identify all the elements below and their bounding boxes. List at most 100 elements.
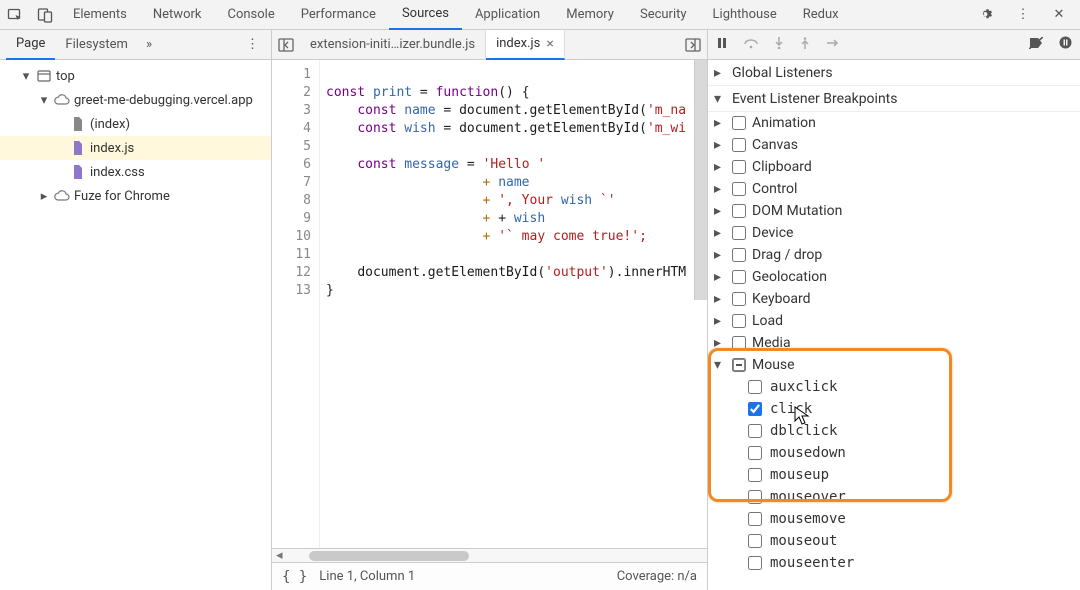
category-dom-mutation[interactable]: ▸DOM Mutation (708, 200, 1080, 222)
nav-kebab-icon[interactable]: ⋮ (240, 37, 265, 52)
show-navigator-icon[interactable] (272, 38, 300, 52)
caret-right-icon: ▸ (38, 189, 50, 204)
category-label: Geolocation (752, 269, 827, 285)
category-animation[interactable]: ▸Animation (708, 112, 1080, 134)
css-file-icon (70, 164, 86, 180)
category-checkbox[interactable] (732, 182, 746, 196)
event-click[interactable]: click (748, 398, 1080, 420)
event-checkbox[interactable] (748, 534, 762, 548)
category-canvas[interactable]: ▸Canvas (708, 134, 1080, 156)
caret-right-icon: ▸ (714, 137, 726, 153)
tab-page[interactable]: Page (6, 30, 55, 60)
category-geolocation[interactable]: ▸Geolocation (708, 266, 1080, 288)
event-checkbox[interactable] (748, 490, 762, 504)
event-checkbox[interactable] (748, 556, 762, 570)
event-mousedown[interactable]: mousedown (748, 442, 1080, 464)
category-label: Load (752, 313, 783, 329)
tab-console[interactable]: Console (215, 0, 288, 30)
event-label: mousedown (770, 445, 846, 461)
show-debugger-icon[interactable] (679, 38, 707, 52)
category-checkbox[interactable] (732, 226, 746, 240)
deactivate-breakpoints-icon[interactable] (1029, 37, 1043, 53)
step-over-icon[interactable] (744, 37, 758, 53)
event-checkbox[interactable] (748, 468, 762, 482)
section-event-listener-breakpoints[interactable]: ▾ Event Listener Breakpoints (708, 86, 1080, 112)
tree-extension[interactable]: ▸ Fuze for Chrome (0, 184, 271, 208)
event-mouseover[interactable]: mouseover (748, 486, 1080, 508)
event-dblclick[interactable]: dblclick (748, 420, 1080, 442)
tab-filesystem[interactable]: Filesystem (55, 30, 138, 60)
category-clipboard[interactable]: ▸Clipboard (708, 156, 1080, 178)
line-gutter: 12345678910111213 (272, 60, 320, 548)
category-checkbox[interactable] (732, 160, 746, 174)
inspect-icon[interactable] (0, 0, 30, 30)
tab-memory[interactable]: Memory (553, 0, 627, 30)
category-checkbox[interactable] (732, 204, 746, 218)
nav-more-icon[interactable]: » (138, 37, 160, 52)
event-auxclick[interactable]: auxclick (748, 376, 1080, 398)
cloud-icon (54, 188, 70, 204)
device-toggle-icon[interactable] (30, 0, 60, 30)
pretty-print-icon[interactable]: { } (282, 569, 307, 585)
editor-tab-indexjs[interactable]: index.js × (486, 30, 565, 60)
category-label: Keyboard (752, 291, 811, 307)
pause-on-exceptions-icon[interactable] (1059, 36, 1072, 53)
category-drag-drop[interactable]: ▸Drag / drop (708, 244, 1080, 266)
code-editor[interactable]: const print = function() { const name = … (320, 60, 707, 548)
editor-panel: extension-initi…izer.bundle.js index.js … (272, 30, 708, 590)
category-keyboard[interactable]: ▸Keyboard (708, 288, 1080, 310)
event-checkbox[interactable] (748, 446, 762, 460)
category-checkbox[interactable] (732, 248, 746, 262)
tab-redux[interactable]: Redux (790, 0, 852, 30)
event-mouseout[interactable]: mouseout (748, 530, 1080, 552)
tree-file-index[interactable]: (index) (0, 112, 271, 136)
category-checkbox[interactable] (732, 292, 746, 306)
event-mouseenter[interactable]: mouseenter (748, 552, 1080, 574)
category-checkbox[interactable] (732, 116, 746, 130)
tab-elements[interactable]: Elements (60, 0, 140, 30)
category-checkbox[interactable] (732, 314, 746, 328)
js-file-icon (70, 140, 86, 156)
category-load[interactable]: ▸Load (708, 310, 1080, 332)
tab-lighthouse[interactable]: Lighthouse (700, 0, 790, 30)
category-checkbox[interactable] (732, 336, 746, 350)
caret-down-icon: ▾ (20, 69, 32, 84)
cursor-position: Line 1, Column 1 (319, 569, 415, 584)
event-mousemove[interactable]: mousemove (748, 508, 1080, 530)
event-mouseup[interactable]: mouseup (748, 464, 1080, 486)
tree-domain[interactable]: ▾ greet-me-debugging.vercel.app (0, 88, 271, 112)
settings-icon[interactable] (972, 0, 1002, 30)
section-label: Global Listeners (732, 65, 833, 81)
step-out-icon[interactable] (800, 37, 810, 53)
tab-network[interactable]: Network (140, 0, 215, 30)
event-checkbox[interactable] (748, 380, 762, 394)
category-media[interactable]: ▸Media (708, 332, 1080, 354)
section-global-listeners[interactable]: ▸ Global Listeners (708, 60, 1080, 86)
tree-file-indexjs[interactable]: index.js (0, 136, 271, 160)
tree-file-indexcss[interactable]: index.css (0, 160, 271, 184)
pause-icon[interactable] (716, 37, 728, 53)
category-device[interactable]: ▸Device (708, 222, 1080, 244)
horizontal-scrollbar[interactable]: ◂ (272, 548, 707, 562)
editor-tab-bundle[interactable]: extension-initi…izer.bundle.js (300, 30, 486, 60)
category-mouse[interactable]: ▾ Mouse (708, 354, 1080, 376)
event-label: mouseover (770, 489, 846, 505)
category-checkbox[interactable] (732, 270, 746, 284)
close-icon[interactable]: ✕ (1044, 0, 1074, 30)
kebab-icon[interactable]: ⋮ (1008, 0, 1038, 30)
event-checkbox[interactable] (748, 424, 762, 438)
close-icon[interactable]: × (546, 36, 553, 52)
category-checkbox[interactable] (732, 138, 746, 152)
tab-performance[interactable]: Performance (288, 0, 389, 30)
step-icon[interactable] (826, 37, 840, 52)
caret-right-icon: ▸ (714, 181, 726, 197)
event-checkbox[interactable] (748, 402, 762, 416)
tab-application[interactable]: Application (462, 0, 553, 30)
tree-top[interactable]: ▾ top (0, 64, 271, 88)
category-control[interactable]: ▸Control (708, 178, 1080, 200)
tab-sources[interactable]: Sources (389, 0, 462, 30)
event-checkbox[interactable] (748, 512, 762, 526)
step-into-icon[interactable] (774, 37, 784, 53)
category-label: Device (752, 225, 793, 241)
tab-security[interactable]: Security (627, 0, 700, 30)
